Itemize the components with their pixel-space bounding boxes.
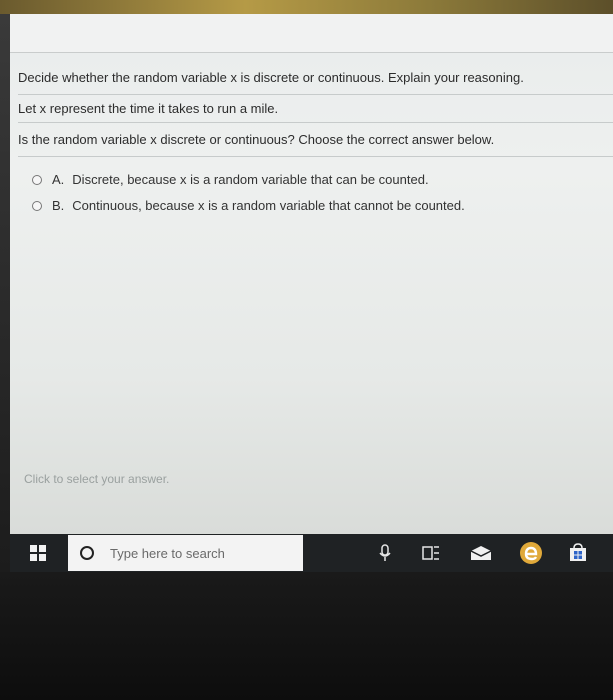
- radio-button-a[interactable]: [32, 174, 42, 185]
- microphone-icon[interactable]: [372, 540, 398, 566]
- header-strip: [10, 14, 613, 53]
- question-context: Let x represent the time it takes to run…: [18, 101, 279, 116]
- option-letter: A.: [52, 172, 65, 187]
- search-circle-icon: [80, 546, 94, 560]
- monitor-bezel-left: [0, 14, 10, 574]
- task-view-icon[interactable]: [418, 540, 444, 566]
- monitor-bezel-top: [0, 0, 613, 14]
- option-letter: B.: [52, 198, 65, 213]
- divider: [18, 122, 613, 123]
- question-prompt: Decide whether the random variable x is …: [18, 70, 524, 85]
- edge-browser-icon[interactable]: [518, 540, 544, 566]
- answer-option-a[interactable]: A. Discrete, because x is a random varia…: [32, 172, 429, 187]
- option-text: Continuous, because x is a random variab…: [72, 198, 465, 213]
- mail-icon[interactable]: [468, 540, 494, 566]
- store-icon[interactable]: [565, 540, 591, 566]
- screen: Decide whether the random variable x is …: [10, 14, 613, 534]
- answer-option-b[interactable]: B. Continuous, because x is a random var…: [32, 198, 465, 213]
- taskbar-search-input[interactable]: [108, 544, 282, 562]
- radio-button-b[interactable]: [32, 200, 42, 211]
- taskbar-search-box[interactable]: [68, 535, 303, 571]
- monitor-bezel-bottom: [0, 572, 613, 700]
- divider: [18, 156, 613, 157]
- question-panel: Decide whether the random variable x is …: [18, 54, 613, 494]
- option-text: Discrete, because x is a random variable…: [72, 172, 429, 187]
- windows-start-icon[interactable]: [30, 545, 46, 561]
- divider: [18, 94, 613, 95]
- question-ask: Is the random variable x discrete or con…: [18, 132, 495, 147]
- taskbar: [10, 534, 613, 572]
- answer-hint: Click to select your answer.: [24, 472, 170, 486]
